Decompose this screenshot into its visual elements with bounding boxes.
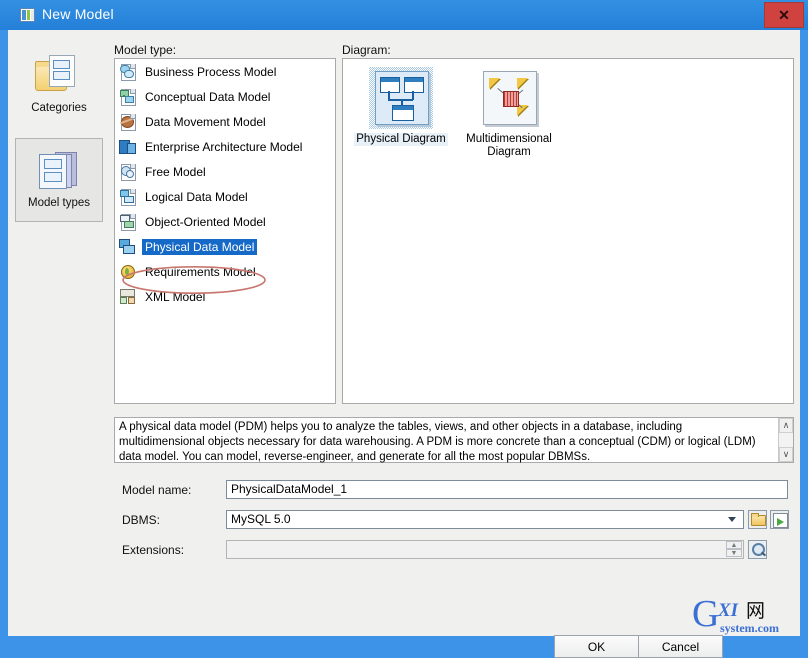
xml-model-icon [119,288,136,305]
model-name-input[interactable]: PhysicalDataModel_1 [226,480,788,499]
description-box: A physical data model (PDM) helps you to… [114,417,794,463]
business-process-model-icon [119,63,136,81]
extensions-label: Extensions: [122,543,185,557]
list-item[interactable]: Conceptual Data Model [115,84,335,109]
import-arrow-icon[interactable] [770,510,789,529]
diagram-item-label: Physical Diagram [354,133,448,146]
model-name-label: Model name: [122,483,192,497]
list-item[interactable]: Object-Oriented Model [115,209,335,234]
model-type-list[interactable]: Business Process Model Conceptual Data M… [114,58,336,404]
diagram-item-multidimensional[interactable]: Multidimensional Diagram [461,67,557,159]
new-model-dialog-window: New Model ✕ Categories Model types Model… [0,0,808,658]
dbms-select[interactable]: MySQL 5.0 [226,510,744,529]
diagram-label: Diagram: [342,43,391,57]
list-item-label: Logical Data Model [145,189,248,204]
list-item-label: Data Movement Model [145,114,266,129]
list-item-label: XML Model [145,289,206,304]
object-oriented-model-icon [119,213,136,231]
list-item[interactable]: Logical Data Model [115,184,335,209]
dbms-label: DBMS: [122,513,161,527]
list-item-label: Enterprise Architecture Model [145,139,303,154]
close-icon[interactable]: ✕ [764,2,804,28]
document-icon [20,8,35,22]
dialog-body: Categories Model types Model type: Busin… [8,30,800,658]
window-title: New Model [42,6,114,22]
model-types-icon [33,148,85,194]
conceptual-data-model-icon [119,88,136,106]
magnifier-icon[interactable] [748,540,767,559]
list-item-label: Business Process Model [145,64,277,79]
diagram-item-label: Multidimensional Diagram [466,133,552,158]
stepper-down-icon[interactable]: ▼ [726,549,742,557]
folder-open-icon[interactable] [748,510,767,529]
model-type-label: Model type: [114,43,177,57]
rail-item-label: Categories [31,102,87,114]
ok-button[interactable]: OK [554,635,639,658]
list-item-label: Object-Oriented Model [145,214,266,229]
enterprise-architecture-model-icon [119,138,136,155]
description-scrollbar[interactable]: ∧ ∨ [778,418,793,462]
scroll-up-icon[interactable]: ∧ [779,418,793,433]
extensions-input[interactable] [226,540,744,559]
scroll-down-icon[interactable]: ∨ [779,447,793,462]
list-item-label: Physical Data Model [142,238,258,255]
list-item[interactable]: Data Movement Model [115,109,335,134]
list-item-label: Conceptual Data Model [145,89,271,104]
rail-item-categories[interactable]: Categories [15,44,103,128]
diagram-panel[interactable]: Physical Diagram Multidimensional Diagra… [342,58,794,404]
data-movement-model-icon [119,113,136,131]
description-text: A physical data model (PDM) helps you to… [119,421,756,463]
list-item[interactable]: Free Model [115,159,335,184]
requirements-model-icon [119,263,136,280]
list-item-label: Free Model [145,164,206,179]
list-item[interactable]: Requirements Model [115,259,335,284]
categories-icon [33,53,85,99]
physical-diagram-icon [369,67,433,129]
title-bar-background [0,0,808,30]
stepper-up-icon[interactable]: ▲ [726,541,742,549]
extensions-stepper[interactable]: ▲ ▼ [726,541,742,558]
rail-item-model-types[interactable]: Model types [15,138,103,222]
logical-data-model-icon [119,188,136,206]
list-item-label: Requirements Model [145,264,256,279]
category-rail: Categories Model types [15,44,105,244]
list-item[interactable]: Enterprise Architecture Model [115,134,335,159]
list-item-physical-data-model[interactable]: Physical Data Model [115,234,335,259]
list-item[interactable]: XML Model [115,284,335,309]
rail-item-label: Model types [27,197,90,209]
cancel-button[interactable]: Cancel [638,635,723,658]
physical-data-model-icon [119,238,136,255]
diagram-item-physical[interactable]: Physical Diagram [353,67,449,146]
list-item[interactable]: Business Process Model [115,59,335,84]
title-bar: New Model ✕ [0,0,808,30]
free-model-icon [119,163,136,181]
chevron-down-icon[interactable] [728,517,736,522]
multidimensional-diagram-icon [477,67,541,129]
